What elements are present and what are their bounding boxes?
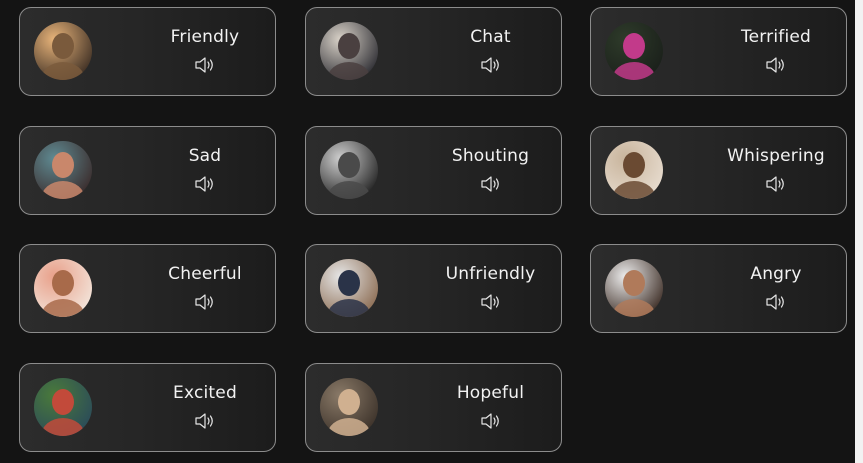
emotion-card-whispering[interactable]: Whispering [590,125,847,215]
avatar [605,140,663,199]
avatar [34,259,92,317]
emotion-label: Chat [470,27,511,47]
speaker-icon[interactable] [761,56,791,76]
emotion-card-sad[interactable]: Sad [19,125,276,215]
avatar-head [52,33,74,59]
avatar-head [52,270,74,296]
avatar [34,377,92,436]
emotion-label: Unfriendly [445,264,536,284]
speaker-icon[interactable] [476,293,506,313]
emotion-card-friendly[interactable]: Friendly [19,7,276,96]
emotion-label: Friendly [170,27,240,47]
emotion-label: Whispering [727,145,825,166]
avatar-head [337,270,360,296]
avatar [605,259,663,317]
speaker-icon[interactable] [476,412,506,432]
emotion-card-shouting[interactable]: Shouting [304,125,562,215]
avatar [34,140,92,199]
emotion-card-excited[interactable]: Excited [19,362,276,452]
emotion-label: Terrified [740,27,812,47]
emotion-card-unfriendly[interactable]: Unfriendly [304,244,562,333]
speaker-icon[interactable] [190,175,220,195]
speaker-icon[interactable] [761,175,791,195]
emotion-label: Cheerful [168,264,242,284]
speaker-icon[interactable] [476,56,506,76]
speaker-icon[interactable] [190,412,220,432]
emotion-card-cheerful[interactable]: Cheerful [19,244,276,333]
avatar [605,22,663,80]
emotion-label: Hopeful [456,382,525,403]
emotion-card-chat[interactable]: Chat [304,7,562,96]
speaker-icon[interactable] [476,175,506,195]
speaker-icon[interactable] [190,56,220,76]
emotion-label: Shouting [451,145,530,166]
avatar [319,140,378,199]
avatar [319,259,378,317]
avatar-head [337,33,360,59]
emotion-label: Sad [188,145,222,166]
emotion-label: Angry [750,264,802,284]
avatar-head [337,151,360,178]
speaker-icon[interactable] [190,293,220,313]
avatar [319,22,378,80]
emotion-label: Excited [173,382,237,403]
avatar [319,377,378,436]
emotion-card-hopeful[interactable]: Hopeful [304,362,562,452]
avatar-head [52,151,74,178]
avatar-head [623,270,645,296]
emotion-grid: Friendly Chat Terrified Sad Shouting Whi… [19,7,847,452]
avatar-head [52,388,74,415]
speaker-icon[interactable] [761,293,791,313]
emotion-card-angry[interactable]: Angry [590,244,847,333]
avatar-head [623,33,645,59]
avatar [34,22,92,80]
emotion-card-terrified[interactable]: Terrified [590,7,847,96]
avatar-head [337,388,360,415]
page-edge [855,0,863,463]
avatar-head [623,151,645,178]
